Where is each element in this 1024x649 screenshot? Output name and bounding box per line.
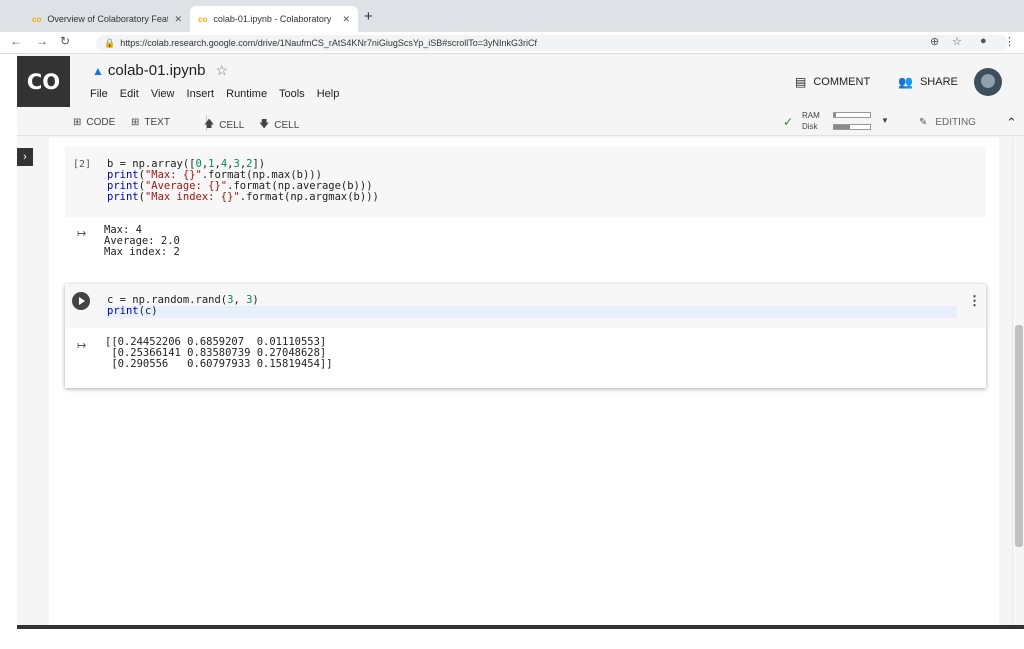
add-code-button[interactable]: ⊞ CODE bbox=[73, 117, 115, 128]
profile-icon[interactable]: ● bbox=[980, 35, 987, 47]
disk-usage-fill bbox=[834, 125, 851, 129]
menu-tools[interactable]: Tools bbox=[279, 88, 305, 100]
comment-button[interactable]: ▤ COMMENT bbox=[795, 75, 870, 89]
address-bar: ← → ↻ 🔒 https://colab.research.google.com… bbox=[0, 32, 1024, 54]
lock-icon: 🔒 bbox=[104, 38, 116, 48]
drive-icon: ▲ bbox=[92, 64, 104, 78]
window-bottom-edge bbox=[17, 625, 1024, 629]
notebook-title[interactable]: ▲ colab-01.ipynb ☆ bbox=[92, 62, 228, 79]
collapse-header-icon[interactable]: ⌃ bbox=[1006, 115, 1017, 131]
ram-usage-fill bbox=[834, 113, 836, 117]
plus-box-icon: ⊞ bbox=[73, 117, 82, 128]
move-cell-up-button[interactable]: 🡅 CELL bbox=[204, 117, 244, 134]
share-button[interactable]: 👥 SHARE bbox=[898, 75, 958, 89]
disk-usage-bar bbox=[833, 124, 871, 130]
menu-view[interactable]: View bbox=[151, 88, 175, 100]
close-tab-icon[interactable]: ✕ bbox=[342, 14, 350, 25]
notebook-toolbar: ⊞ CODE ⊞ TEXT 🡅 CELL 🡇 CELL ✓ RAM Disk ▼ ✎ ED… bbox=[17, 108, 1024, 136]
browser-tabstrip: co Overview of Colaboratory Feat ✕ co co… bbox=[0, 0, 1024, 32]
chevron-down-icon[interactable]: ▼ bbox=[881, 116, 889, 125]
output-icon: ↦ bbox=[77, 228, 87, 240]
star-icon[interactable]: ☆ bbox=[215, 62, 228, 78]
menu-file[interactable]: File bbox=[90, 88, 108, 100]
arrow-up-icon: 🡅 bbox=[204, 119, 215, 130]
browser-tab-active[interactable]: co colab-01.ipynb - Colaboratory ✕ bbox=[190, 6, 358, 32]
colab-tab-icon: co bbox=[198, 14, 208, 24]
menu-edit[interactable]: Edit bbox=[120, 88, 139, 100]
sidebar-toggle-icon[interactable]: › bbox=[17, 148, 33, 166]
connected-check-icon: ✓ bbox=[783, 115, 794, 129]
resource-monitor[interactable]: RAM Disk bbox=[802, 110, 820, 132]
close-tab-icon[interactable]: ✕ bbox=[174, 14, 182, 25]
code-editor[interactable]: c = np.random.rand(3, 3) print(c) bbox=[107, 295, 259, 317]
browser-menu-icon[interactable]: ⋮ bbox=[1004, 35, 1015, 48]
code-editor[interactable]: b = np.array([0,1,4,3,2]) print("Max: {}… bbox=[107, 159, 379, 203]
cell-output: [[0.24452206 0.6859207 0.01110553] [0.25… bbox=[105, 336, 333, 370]
editing-mode-button[interactable]: ✎ EDITING bbox=[919, 117, 976, 128]
people-icon: 👥 bbox=[898, 75, 913, 89]
run-cell-icon[interactable] bbox=[72, 292, 90, 310]
zoom-icon[interactable]: ⊕ bbox=[930, 35, 939, 48]
execution-count: [2] bbox=[73, 159, 92, 170]
move-cell-down-button[interactable]: 🡇 CELL bbox=[259, 117, 299, 134]
scrollbar-thumb[interactable] bbox=[1015, 325, 1023, 547]
code-cell-focused[interactable]: c = np.random.rand(3, 3) print(c) ⋮ ↦ [[… bbox=[65, 284, 986, 388]
new-tab-icon[interactable]: + bbox=[364, 8, 373, 25]
avatar[interactable] bbox=[974, 68, 1002, 96]
bookmark-star-icon[interactable]: ☆ bbox=[952, 35, 962, 48]
ram-usage-bar bbox=[833, 112, 871, 118]
cell-menu-icon[interactable]: ⋮ bbox=[968, 293, 981, 309]
menu-bar: File Edit View Insert Runtime Tools Help bbox=[90, 88, 348, 100]
reload-icon[interactable]: ↻ bbox=[60, 34, 70, 48]
arrow-down-icon: 🡇 bbox=[259, 119, 270, 130]
browser-tab[interactable]: co Overview of Colaboratory Feat ✕ bbox=[24, 6, 190, 32]
add-text-button[interactable]: ⊞ TEXT bbox=[131, 117, 170, 128]
menu-insert[interactable]: Insert bbox=[187, 88, 215, 100]
back-icon[interactable]: ← bbox=[10, 34, 22, 48]
scrollbar[interactable] bbox=[1012, 138, 1024, 627]
output-icon: ↦ bbox=[77, 340, 87, 352]
menu-runtime[interactable]: Runtime bbox=[226, 88, 267, 100]
forward-icon[interactable]: → bbox=[36, 34, 48, 48]
plus-box-icon: ⊞ bbox=[131, 117, 140, 128]
colab-tab-icon: co bbox=[32, 14, 42, 24]
pencil-icon: ✎ bbox=[919, 117, 928, 128]
menu-help[interactable]: Help bbox=[317, 88, 340, 100]
comment-icon: ▤ bbox=[795, 75, 807, 89]
cell-output: Max: 4 Average: 2.0 Max index: 2 bbox=[104, 224, 180, 258]
colab-logo[interactable]: CO bbox=[17, 56, 70, 107]
code-cell[interactable]: [2] b = np.array([0,1,4,3,2]) print("Max… bbox=[65, 147, 986, 217]
url-field[interactable]: 🔒 https://colab.research.google.com/drive… bbox=[96, 35, 1008, 51]
